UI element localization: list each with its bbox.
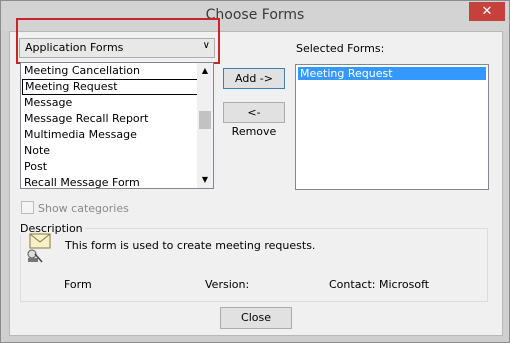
list-item[interactable]: Multimedia Message [21, 127, 213, 143]
list-item[interactable]: Message [21, 95, 213, 111]
show-categories-checkbox[interactable]: Show categories [21, 201, 129, 215]
version-label: Version: [205, 278, 250, 291]
list-item[interactable]: Recall Message Form [21, 175, 213, 188]
list-item[interactable]: Message Recall Report [21, 111, 213, 127]
checkbox-box[interactable] [21, 201, 34, 214]
scroll-thumb[interactable] [199, 111, 211, 129]
scroll-up-icon[interactable]: ▲ [197, 63, 213, 79]
description-text: This form is used to create meeting requ… [65, 239, 316, 252]
dialog-body: Application Forms ∨ Meeting Cancellation… [9, 18, 503, 336]
window-close-button[interactable]: ✕ [469, 2, 505, 21]
list-item[interactable]: Meeting Request [298, 67, 486, 80]
list-scrollbar[interactable]: ▲ ▼ [197, 63, 213, 188]
selected-forms-list[interactable]: Meeting Request [295, 64, 489, 190]
list-item[interactable]: Post [21, 159, 213, 175]
add-button[interactable]: Add -> [223, 68, 285, 89]
list-item[interactable]: Meeting Cancellation [21, 63, 213, 79]
available-forms-list[interactable]: Meeting Cancellation Meeting Request Mes… [20, 62, 214, 189]
choose-forms-dialog: Choose Forms ✕ Application Forms ∨ Meeti… [0, 0, 510, 343]
selected-forms-label: Selected Forms: [296, 42, 385, 55]
list-item[interactable]: Note [21, 143, 213, 159]
form-label: Form [64, 278, 92, 291]
show-categories-label: Show categories [38, 202, 129, 215]
highlight-annotation [16, 18, 220, 64]
contact-label: Contact: Microsoft [329, 278, 430, 291]
list-item[interactable]: Meeting Request [22, 79, 201, 95]
remove-button[interactable]: <- Remove [223, 102, 285, 138]
meeting-form-icon [27, 233, 51, 263]
close-button[interactable]: Close [220, 307, 292, 329]
scroll-down-icon[interactable]: ▼ [197, 172, 213, 188]
